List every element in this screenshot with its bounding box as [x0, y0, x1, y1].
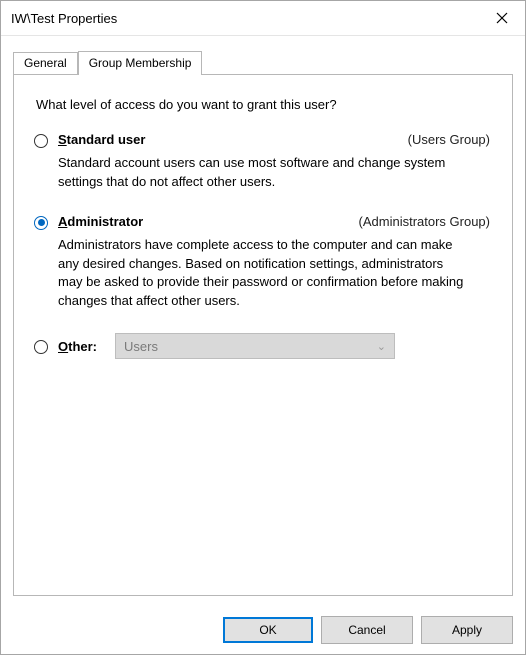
content-area: General Group Membership What level of a… — [1, 36, 525, 606]
label-administrator: Administrator — [58, 214, 143, 229]
titlebar: IW\Test Properties — [1, 1, 525, 36]
cancel-button[interactable]: Cancel — [321, 616, 413, 644]
other-group-combo[interactable]: Users ⌄ — [115, 333, 395, 359]
tab-general[interactable]: General — [13, 52, 78, 74]
option-administrator[interactable]: Administrator (Administrators Group) — [34, 214, 492, 230]
close-button[interactable] — [479, 1, 525, 35]
group-administrator: (Administrators Group) — [359, 214, 492, 229]
label-other: Other: — [58, 339, 97, 354]
window-title: IW\Test Properties — [11, 11, 117, 26]
chevron-down-icon: ⌄ — [377, 340, 386, 353]
tabpanel-group-membership: What level of access do you want to gran… — [13, 74, 513, 596]
close-icon — [496, 12, 508, 24]
label-standard-user: Standard user — [58, 132, 145, 147]
access-question: What level of access do you want to gran… — [36, 97, 492, 112]
option-other[interactable]: Other: Users ⌄ — [34, 333, 492, 359]
desc-standard-user: Standard account users can use most soft… — [58, 154, 468, 192]
tab-group-membership[interactable]: Group Membership — [78, 51, 203, 75]
desc-administrator: Administrators have complete access to t… — [58, 236, 468, 311]
option-admin-header: Administrator (Administrators Group) — [58, 214, 492, 229]
group-standard-user: (Users Group) — [408, 132, 492, 147]
other-group-value: Users — [124, 339, 158, 354]
radio-administrator[interactable] — [34, 216, 48, 230]
option-standard-user[interactable]: Standard user (Users Group) — [34, 132, 492, 148]
option-standard-header: Standard user (Users Group) — [58, 132, 492, 147]
properties-dialog: IW\Test Properties General Group Members… — [0, 0, 526, 655]
radio-other[interactable] — [34, 340, 48, 354]
button-bar: OK Cancel Apply — [1, 606, 525, 654]
apply-button[interactable]: Apply — [421, 616, 513, 644]
tabstrip: General Group Membership — [13, 50, 513, 74]
radio-standard-user[interactable] — [34, 134, 48, 148]
ok-button[interactable]: OK — [223, 617, 313, 643]
